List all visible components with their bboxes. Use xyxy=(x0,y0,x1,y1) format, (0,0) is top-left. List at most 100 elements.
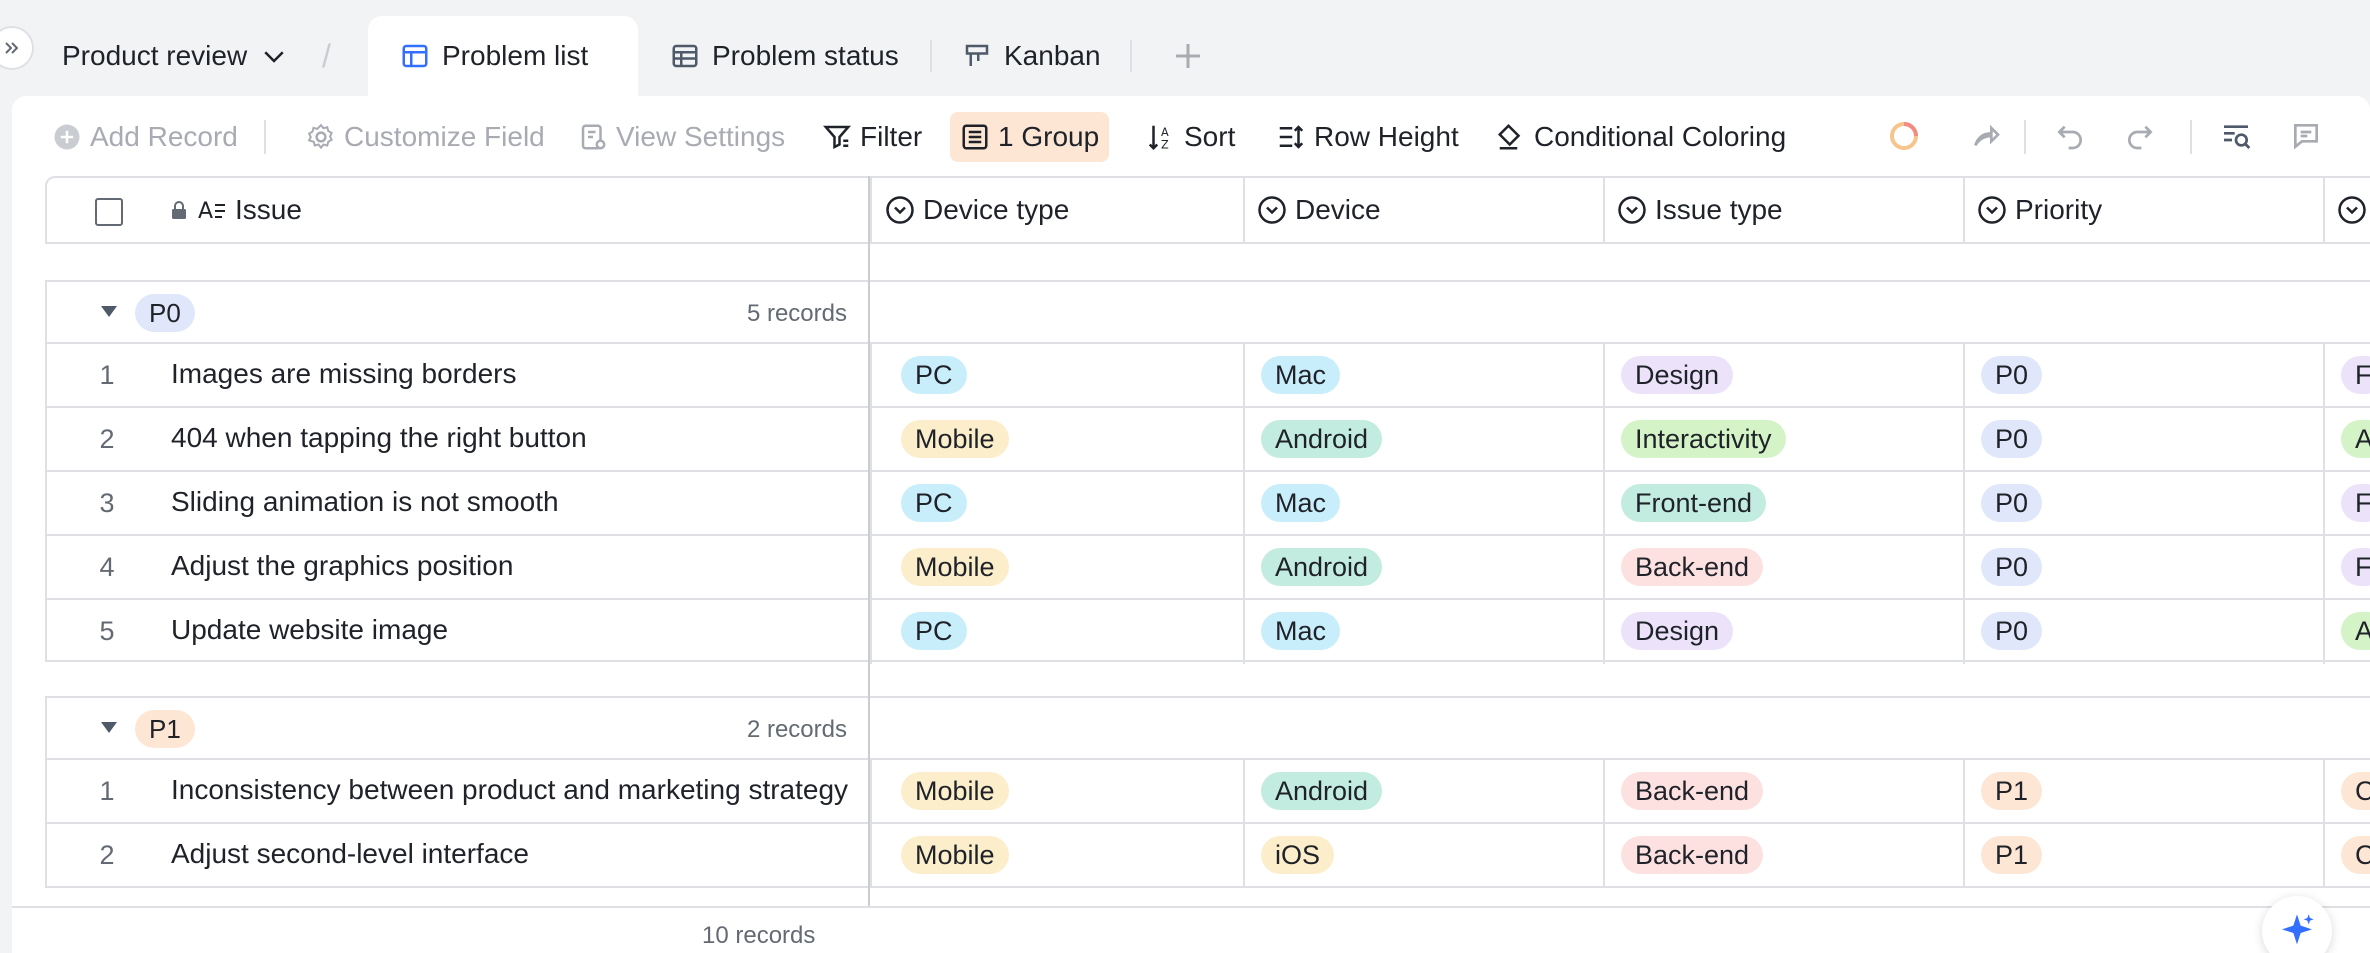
device-cell[interactable]: Android xyxy=(1245,408,1603,470)
search-records-icon[interactable] xyxy=(2218,118,2254,154)
option-chip: F xyxy=(2341,356,2370,394)
device-cell[interactable]: Mac xyxy=(1245,472,1603,534)
device-cell[interactable]: Mac xyxy=(1245,600,1603,662)
row-number: 1 xyxy=(99,360,115,390)
share-icon[interactable] xyxy=(1968,118,2004,154)
next-column-cell[interactable]: C xyxy=(2325,760,2370,822)
priority-cell[interactable]: P1 xyxy=(1965,760,2323,822)
table-row[interactable]: 2 Adjust second-level interface Mobile iOS B… xyxy=(47,824,2370,888)
column-header-issue[interactable]: A Issue xyxy=(167,178,302,242)
issue-type-cell[interactable]: Front-end xyxy=(1605,472,1963,534)
collapse-caret-icon[interactable] xyxy=(101,306,117,317)
toolbar-divider xyxy=(2024,120,2026,154)
device-type-cell[interactable]: Mobile xyxy=(885,824,1243,886)
column-header-device[interactable]: Device xyxy=(1257,178,1381,242)
tab-label: Problem status xyxy=(712,40,899,71)
filter-button[interactable]: Filter xyxy=(812,112,932,162)
device-type-cell[interactable]: Mobile xyxy=(885,408,1243,470)
priority-cell[interactable]: P1 xyxy=(1965,824,2323,886)
next-column-cell[interactable]: F xyxy=(2325,536,2370,598)
priority-cell[interactable]: P0 xyxy=(1965,536,2323,598)
column-header-next[interactable] xyxy=(2337,178,2370,242)
add-view-icon[interactable] xyxy=(1170,38,1206,74)
ai-assistant-button[interactable] xyxy=(2262,896,2332,953)
device-type-cell[interactable]: PC xyxy=(885,472,1243,534)
table-row[interactable]: 3 Sliding animation is not smooth PC Mac Fro… xyxy=(47,472,2370,536)
option-chip: Front-end xyxy=(1621,484,1767,522)
add-record-button[interactable]: Add Record xyxy=(42,112,248,162)
column-divider xyxy=(870,600,872,664)
next-column-cell[interactable]: F xyxy=(2325,344,2370,406)
group-button[interactable]: 1 Group xyxy=(950,112,1110,162)
issue-type-cell[interactable]: Back-end xyxy=(1605,824,1963,886)
issue-type-cell[interactable]: Interactivity xyxy=(1605,408,1963,470)
view-settings-button[interactable]: View Settings xyxy=(568,112,795,162)
priority-cell[interactable]: P0 xyxy=(1965,600,2323,662)
device-cell[interactable]: iOS xyxy=(1245,824,1603,886)
issue-cell[interactable]: Update website image xyxy=(171,614,448,646)
comment-icon[interactable] xyxy=(2288,118,2324,154)
issue-cell[interactable]: Adjust second-level interface xyxy=(171,838,529,870)
next-column-cell[interactable]: A xyxy=(2325,600,2370,662)
option-chip: PC xyxy=(901,356,967,394)
tab-problem-list[interactable]: Problem list xyxy=(368,16,638,96)
base-name-dropdown[interactable]: Product review xyxy=(62,16,289,96)
collapse-caret-icon[interactable] xyxy=(101,722,117,733)
group-header-row[interactable]: P1 2 records xyxy=(47,698,2370,760)
toolbar-divider xyxy=(2190,120,2192,154)
issue-cell[interactable]: Inconsistency between product and market… xyxy=(171,774,848,806)
device-type-cell[interactable]: Mobile xyxy=(885,536,1243,598)
device-type-cell[interactable]: Mobile xyxy=(885,760,1243,822)
priority-cell[interactable]: P0 xyxy=(1965,472,2323,534)
single-select-icon xyxy=(1257,195,1287,225)
tab-divider xyxy=(930,40,932,72)
issue-type-cell[interactable]: Design xyxy=(1605,600,1963,662)
column-header-label: Priority xyxy=(2015,194,2103,225)
priority-cell[interactable]: P0 xyxy=(1965,344,2323,406)
issue-type-cell[interactable]: Back-end xyxy=(1605,536,1963,598)
column-divider xyxy=(870,760,872,822)
undo-icon[interactable] xyxy=(2052,118,2088,154)
column-header-device-type[interactable]: Device type xyxy=(885,178,1069,242)
issue-type-cell[interactable]: Design xyxy=(1605,344,1963,406)
customize-field-button[interactable]: Customize Field xyxy=(296,112,555,162)
select-all-checkbox[interactable] xyxy=(95,198,123,226)
tab-problem-status[interactable]: Problem status xyxy=(670,16,899,96)
tab-kanban[interactable]: Kanban xyxy=(962,16,1101,96)
next-column-cell[interactable]: F xyxy=(2325,472,2370,534)
collaborator-ring-icon[interactable] xyxy=(1886,118,1922,154)
group-header-row[interactable]: P0 5 records xyxy=(47,282,2370,344)
table-row[interactable]: 5 Update website image PC Mac Design P0 A xyxy=(47,600,2370,664)
issue-cell[interactable]: Sliding animation is not smooth xyxy=(171,486,559,518)
table-panel: Add Record Customize Field View Settings… xyxy=(12,96,2370,953)
issue-cell[interactable]: 404 when tapping the right button xyxy=(171,422,587,454)
column-header-issue-type[interactable]: Issue type xyxy=(1617,178,1783,242)
redo-icon[interactable] xyxy=(2122,118,2158,154)
table-row[interactable]: 1 Inconsistency between product and marke… xyxy=(47,760,2370,824)
device-cell[interactable]: Android xyxy=(1245,536,1603,598)
sort-button[interactable]: AZ Sort xyxy=(1136,112,1245,162)
priority-cell[interactable]: P0 xyxy=(1965,408,2323,470)
issue-type-cell[interactable]: Back-end xyxy=(1605,760,1963,822)
device-cell[interactable]: Mac xyxy=(1245,344,1603,406)
conditional-coloring-button[interactable]: Conditional Coloring xyxy=(1486,112,1796,162)
device-cell[interactable]: Android xyxy=(1245,760,1603,822)
record-group-p1: P1 2 records 1 Inconsistency between prod… xyxy=(45,696,2370,888)
issue-cell[interactable]: Images are missing borders xyxy=(171,358,516,390)
option-chip: Mobile xyxy=(901,836,1009,874)
issue-cell[interactable]: Adjust the graphics position xyxy=(171,550,513,582)
device-type-cell[interactable]: PC xyxy=(885,600,1243,662)
next-column-cell[interactable]: A xyxy=(2325,408,2370,470)
sidebar-expand-button[interactable] xyxy=(0,26,34,70)
device-type-cell[interactable]: PC xyxy=(885,344,1243,406)
table-row[interactable]: 1 Images are missing borders PC Mac Design P0… xyxy=(47,344,2370,408)
group-record-count: 5 records xyxy=(746,300,847,327)
table-row[interactable]: 4 Adjust the graphics position Mobile Andro… xyxy=(47,536,2370,600)
customize-field-label: Customize Field xyxy=(344,121,545,152)
column-header-priority[interactable]: Priority xyxy=(1977,178,2102,242)
row-number: 4 xyxy=(99,552,115,582)
row-height-button[interactable]: Row Height xyxy=(1266,112,1469,162)
next-column-cell[interactable]: C xyxy=(2325,824,2370,886)
option-chip: PC xyxy=(901,484,967,522)
table-row[interactable]: 2 404 when tapping the right button Mobile… xyxy=(47,408,2370,472)
